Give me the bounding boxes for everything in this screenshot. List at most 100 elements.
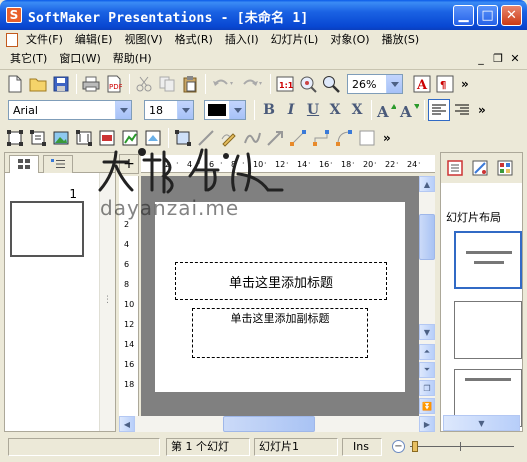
vertical-scroll-thumb[interactable] <box>419 214 435 260</box>
text-frame-button[interactable]: A <box>411 73 433 95</box>
layout-option-blank[interactable] <box>454 301 522 359</box>
horizontal-scrollbar[interactable]: ◀ ▶ <box>119 416 435 432</box>
zoom-out-icon[interactable]: − <box>392 440 405 453</box>
font-size-select[interactable]: 18 <box>144 100 194 120</box>
field-button[interactable]: ¶ <box>434 73 456 95</box>
underline-button[interactable]: U <box>302 99 324 121</box>
sidebar-color-scheme-button[interactable] <box>494 157 516 179</box>
slide[interactable]: 单击这里添加标题 单击这里添加副标题 <box>155 202 405 392</box>
chart-frame-button[interactable] <box>119 127 141 149</box>
chevron-down-icon[interactable] <box>386 75 402 93</box>
toolbar-overflow-icon[interactable]: » <box>478 103 486 117</box>
last-slide-icon[interactable]: ⏬ <box>419 398 435 414</box>
font-name-select[interactable]: Arial <box>8 100 132 120</box>
doc-restore-icon[interactable]: ❐ <box>490 51 506 67</box>
grow-font-button[interactable]: A <box>375 99 397 121</box>
undo-button[interactable] <box>209 73 237 95</box>
doc-close-icon[interactable]: ✕ <box>507 51 523 67</box>
curved-connector-button[interactable] <box>333 127 355 149</box>
document-icon[interactable] <box>6 33 18 47</box>
double-strikethrough-button[interactable]: X <box>346 99 368 121</box>
slide-list-icon[interactable]: ❐ <box>419 380 435 396</box>
layout-option-title[interactable] <box>454 231 522 289</box>
zoom-slider[interactable]: − <box>392 438 522 456</box>
paste-button[interactable] <box>179 73 201 95</box>
shrink-font-button[interactable]: A <box>398 99 420 121</box>
connector-tool-button[interactable] <box>287 127 309 149</box>
redo-button[interactable] <box>238 73 266 95</box>
italic-button[interactable]: I <box>280 99 302 121</box>
curve-tool-button[interactable] <box>241 127 263 149</box>
menu-other[interactable]: 其它(T) <box>4 50 53 68</box>
menu-edit[interactable]: 编辑(E) <box>69 31 119 49</box>
menu-file[interactable]: 文件(F) <box>20 31 69 49</box>
slide-frame-button[interactable] <box>172 127 194 149</box>
rectangle-tool-button[interactable] <box>356 127 378 149</box>
align-left-button[interactable] <box>428 99 450 121</box>
scroll-down-icon[interactable]: ▼ <box>419 324 435 340</box>
strikethrough-button[interactable]: X <box>324 99 346 121</box>
subtitle-placeholder[interactable]: 单击这里添加副标题 <box>192 308 368 358</box>
scroll-left-icon[interactable]: ◀ <box>119 416 135 432</box>
next-slide-icon[interactable]: ⏷ <box>419 362 435 378</box>
vertical-scrollbar[interactable]: ▲ ▼ ⏶ ⏷ ❐ ⏬ <box>419 176 435 416</box>
tab-outline[interactable] <box>43 155 73 173</box>
menu-insert[interactable]: 插入(I) <box>219 31 265 49</box>
sidebar-scroll-down-icon[interactable]: ▼ <box>443 415 520 431</box>
toolbar-overflow-icon[interactable]: » <box>461 77 469 91</box>
minimize-button[interactable]: ▁ <box>453 5 474 26</box>
line-tool-button[interactable] <box>195 127 217 149</box>
close-button[interactable]: ✕ <box>501 5 522 26</box>
print-button[interactable] <box>80 73 102 95</box>
menu-help[interactable]: 帮助(H) <box>107 50 158 68</box>
ruler-origin[interactable]: + <box>119 154 139 174</box>
chevron-down-icon[interactable] <box>115 101 131 119</box>
slide-thumbnail[interactable] <box>10 201 84 257</box>
panel-splitter-icon[interactable]: ⋮ <box>103 295 112 305</box>
copy-button[interactable] <box>156 73 178 95</box>
maximize-button[interactable]: □ <box>477 5 498 26</box>
open-button[interactable] <box>27 73 49 95</box>
previous-slide-icon[interactable]: ⏶ <box>419 344 435 360</box>
zoom-select[interactable]: 26% <box>347 74 403 94</box>
slides-grid-icon <box>18 159 30 169</box>
menu-window[interactable]: 窗口(W) <box>53 50 106 68</box>
movie-frame-button[interactable] <box>73 127 95 149</box>
zoom-button[interactable] <box>320 73 342 95</box>
menu-format[interactable]: 格式(R) <box>169 31 219 49</box>
select-frame-button[interactable] <box>4 127 26 149</box>
sidebar-slide-layout-button[interactable] <box>444 157 466 179</box>
cut-button[interactable] <box>133 73 155 95</box>
menu-view[interactable]: 视图(V) <box>118 31 168 49</box>
horizontal-scroll-thumb[interactable] <box>223 416 315 432</box>
tab-slides[interactable] <box>9 155 39 173</box>
doc-minimize-icon[interactable]: _ <box>473 51 489 67</box>
toolbar-overflow-icon[interactable]: » <box>383 131 391 145</box>
pdf-frame-button[interactable] <box>96 127 118 149</box>
zoom-page-button[interactable] <box>297 73 319 95</box>
horizontal-ruler[interactable]: 2 · 4 · 6 · 8 · 10 · 12 · 14 · 16 · 18 · 20 · 22 · 24 · <box>141 155 435 173</box>
font-color-select[interactable] <box>204 100 246 120</box>
menu-object[interactable]: 对象(O) <box>324 31 375 49</box>
menu-slide[interactable]: 幻灯片(L) <box>265 31 325 49</box>
picture-frame-button[interactable] <box>50 127 72 149</box>
ole-frame-button[interactable] <box>142 127 164 149</box>
menu-play[interactable]: 播放(S) <box>376 31 426 49</box>
sidebar-design-button[interactable] <box>469 157 491 179</box>
chevron-down-icon[interactable] <box>177 101 193 119</box>
save-button[interactable] <box>50 73 72 95</box>
title-placeholder[interactable]: 单击这里添加标题 <box>175 262 387 300</box>
scroll-up-icon[interactable]: ▲ <box>419 176 435 192</box>
zoom-slider-thumb[interactable] <box>412 441 418 452</box>
chevron-down-icon[interactable] <box>229 101 245 119</box>
pdf-export-button[interactable]: PDF <box>103 73 125 95</box>
arrow-tool-button[interactable] <box>264 127 286 149</box>
align-right-button[interactable] <box>451 99 473 121</box>
elbow-connector-button[interactable] <box>310 127 332 149</box>
bold-button[interactable]: B <box>258 99 280 121</box>
actual-size-button[interactable]: 1:1 <box>274 73 296 95</box>
new-button[interactable] <box>4 73 26 95</box>
pen-tool-button[interactable] <box>218 127 240 149</box>
scroll-right-icon[interactable]: ▶ <box>419 416 435 432</box>
text-frame-tool-button[interactable] <box>27 127 49 149</box>
